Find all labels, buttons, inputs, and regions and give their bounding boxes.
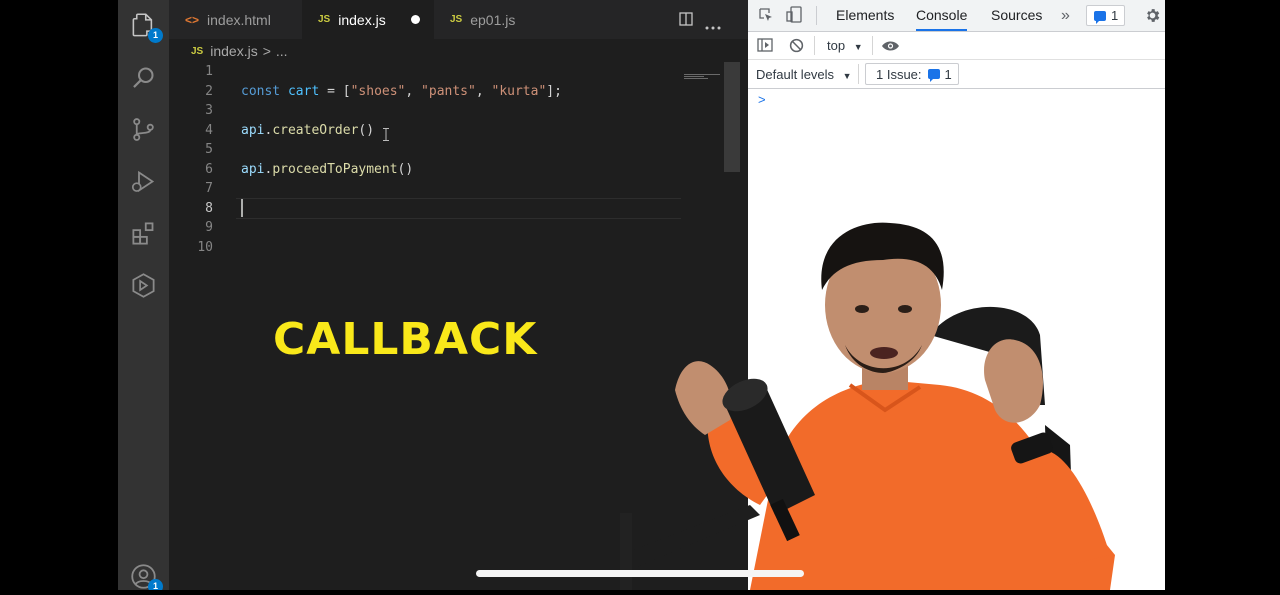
function-name: createOrder (272, 122, 359, 138)
more-actions-icon[interactable] (705, 17, 721, 30)
tab-label: ep01.js (470, 11, 516, 28)
line-number: 7 (205, 181, 213, 196)
levels-label: Default levels (756, 67, 835, 82)
code-editor[interactable]: const cart = ["shoes", "pants", "kurta"]… (241, 62, 681, 179)
line-number: 6 (205, 161, 213, 177)
console-levels-bar: Default levels ▼ 1 Issue: 1 (748, 60, 1165, 89)
home-indicator[interactable] (476, 570, 804, 577)
punctuation: , (475, 83, 492, 99)
code-line-4[interactable]: api.createOrder() (241, 121, 681, 141)
console-toolbar: top ▼ (748, 32, 1165, 88)
tab-console[interactable]: Console (916, 0, 968, 31)
line-number: 3 (205, 103, 213, 118)
toolbar-divider (872, 36, 873, 55)
punctuation: () (358, 122, 375, 138)
breadcrumb-file[interactable]: index.js (210, 43, 257, 59)
line-number: 5 (205, 142, 213, 157)
remote-explorer-icon[interactable] (130, 272, 157, 299)
line-number: 4 (205, 122, 213, 138)
issues-counter-button[interactable]: 1 (1086, 5, 1126, 26)
source-control-icon[interactable] (130, 116, 157, 143)
string: "kurta" (491, 83, 547, 99)
identifier: api (241, 122, 265, 138)
message-icon (927, 69, 940, 82)
clear-console-icon[interactable] (789, 38, 804, 53)
context-value: top (827, 38, 846, 53)
code-line-6[interactable]: api.proceedToPayment() (241, 160, 681, 180)
variable: cart (287, 83, 320, 99)
activity-bar: 1 1 (118, 0, 169, 590)
console-prompt-icon[interactable]: > (758, 92, 766, 107)
string: "pants" (421, 83, 476, 99)
line-number: 9 (205, 220, 213, 235)
extensions-icon[interactable] (130, 220, 157, 247)
line-number: 10 (197, 239, 213, 255)
search-icon[interactable] (130, 64, 157, 91)
more-tabs-icon[interactable]: » (1061, 0, 1070, 31)
js-file-icon: JS (318, 14, 331, 25)
identifier: api (241, 161, 265, 177)
run-debug-icon[interactable] (130, 168, 157, 195)
issues-button[interactable]: 1 Issue: 1 (865, 63, 959, 85)
code-line-5[interactable] (241, 140, 681, 160)
tab-label: index.js (338, 11, 386, 28)
code-line-3[interactable] (241, 101, 681, 121)
sidebar-toggle-icon[interactable] (757, 38, 773, 52)
line-number: 1 (205, 64, 213, 79)
code-line-1[interactable] (241, 62, 681, 82)
chevron-down-icon: ▼ (842, 71, 852, 81)
tab-ep01-js[interactable]: JS ep01.js (434, 0, 562, 39)
minimap[interactable] (684, 66, 724, 79)
tab-sources[interactable]: Sources (991, 0, 1042, 31)
js-file-icon: JS (450, 14, 463, 25)
accounts-badge: 1 (148, 579, 163, 590)
tab-elements[interactable]: Elements (836, 0, 894, 31)
breadcrumb-separator: > (262, 43, 271, 59)
punctuation: , (405, 83, 422, 99)
punctuation: () (397, 161, 414, 177)
explorer-icon[interactable]: 1 (130, 12, 163, 43)
tab-index-js[interactable]: JS index.js (302, 0, 434, 39)
punctuation: ]; (546, 83, 562, 99)
tab-label: index.html (207, 11, 271, 28)
context-selector[interactable]: top ▼ (827, 38, 863, 53)
editor-tab-bar: <> index.html JS index.js JS ep01.js (169, 0, 748, 39)
message-icon (1094, 10, 1106, 24)
string: "shoes" (350, 83, 406, 99)
js-file-icon: JS (191, 45, 204, 57)
line-number-gutter: 1 2 3 4 5 6 7 8 9 10 (173, 62, 213, 257)
operator: = [ (319, 83, 351, 99)
mouse-ibeam-icon (383, 128, 389, 141)
unsaved-dot-icon[interactable] (411, 15, 420, 24)
issues-count: 1 (1111, 8, 1119, 23)
breadcrumb-symbol[interactable]: ... (276, 43, 288, 59)
chevron-down-icon: ▼ (853, 42, 863, 52)
overlay-title: CALLBACK (273, 314, 538, 365)
editor-scrollbar[interactable] (724, 62, 740, 172)
line-number: 2 (205, 83, 213, 99)
toolbar-divider (816, 6, 817, 25)
toolbar-divider (858, 64, 859, 84)
live-expression-eye-icon[interactable] (881, 39, 900, 51)
presenter-image (600, 205, 1140, 590)
function-name: proceedToPayment (272, 161, 398, 177)
text-cursor (241, 199, 243, 217)
line-number: 8 (205, 200, 213, 216)
log-levels-dropdown[interactable]: Default levels ▼ (756, 67, 852, 82)
split-editor-icon[interactable] (679, 12, 693, 26)
tab-index-html[interactable]: <> index.html (169, 0, 302, 39)
keyword: const (241, 83, 281, 99)
explorer-badge: 1 (148, 28, 163, 43)
breadcrumb: JS index.js > ... (191, 40, 288, 62)
html-file-icon: <> (185, 12, 200, 27)
code-line-2[interactable]: const cart = ["shoes", "pants", "kurta"]… (241, 82, 681, 102)
settings-gear-icon[interactable] (1144, 7, 1161, 24)
accounts-icon[interactable]: 1 (130, 563, 163, 590)
issue-count: 1 (944, 66, 952, 82)
inspect-element-icon[interactable] (758, 7, 774, 23)
toolbar-divider (814, 36, 815, 55)
device-toolbar-icon[interactable] (786, 6, 804, 24)
devtools-toolbar: Elements Console Sources » 1 (748, 0, 1165, 32)
issue-label: 1 Issue: (876, 66, 922, 82)
